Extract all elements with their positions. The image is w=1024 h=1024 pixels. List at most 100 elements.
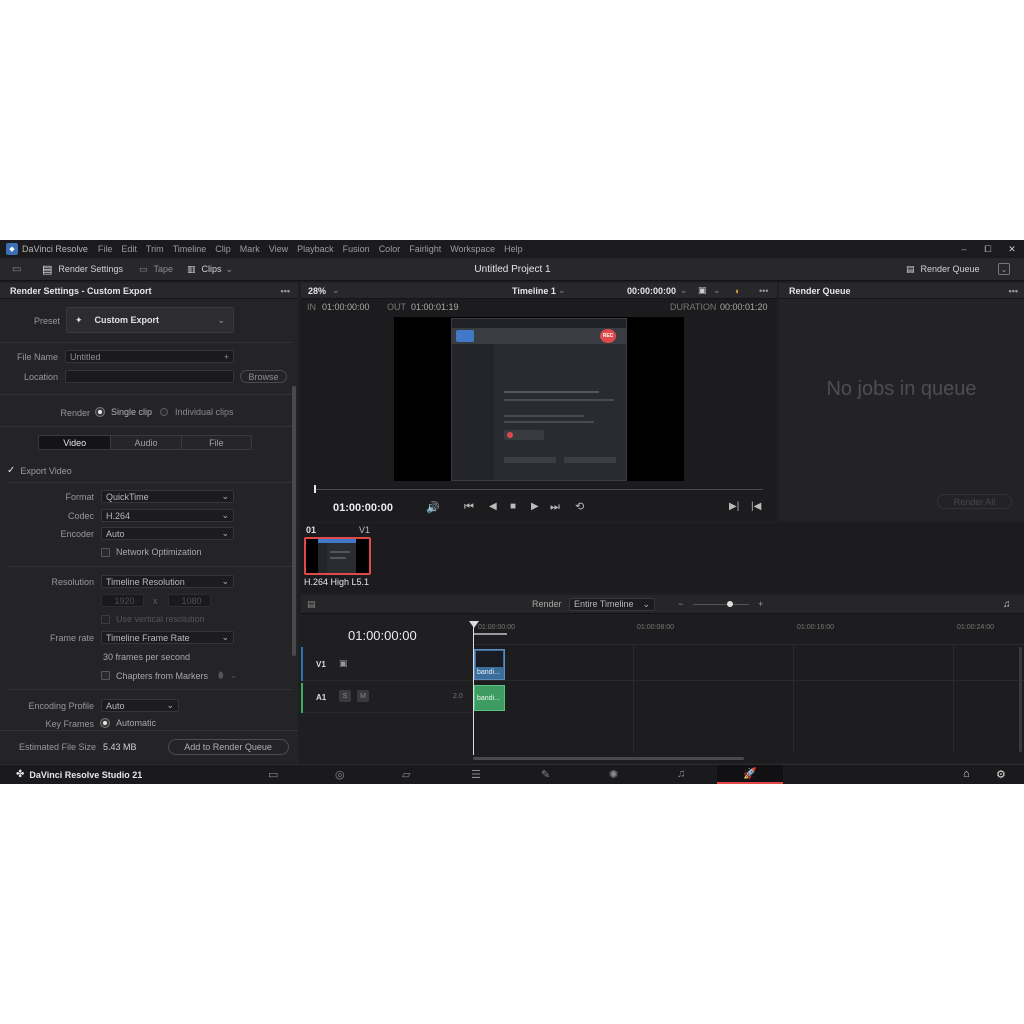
- file-name-input[interactable]: Untitled +: [65, 350, 234, 363]
- fairlight-page-icon[interactable]: ✺: [609, 768, 618, 781]
- monitor-icon[interactable]: ▭: [12, 264, 26, 275]
- close-button[interactable]: ✕: [1000, 244, 1024, 255]
- preset-dropdown[interactable]: ✦ Custom Export ⌄: [66, 307, 234, 333]
- tab-video[interactable]: Video: [39, 436, 111, 449]
- color-page-icon[interactable]: ✎: [541, 768, 550, 781]
- deliver-page-tab[interactable]: 🚀: [717, 765, 783, 784]
- play-reverse-icon[interactable]: ◀: [489, 501, 497, 512]
- viewer-timecode[interactable]: 00:00:00:00: [627, 286, 676, 296]
- timeline-scrollbar[interactable]: [473, 757, 744, 760]
- menu-fusion[interactable]: Fusion: [343, 244, 370, 254]
- zoom-level[interactable]: 28%: [308, 286, 326, 296]
- settings-scrollbar[interactable]: [292, 386, 296, 656]
- audio-clip[interactable]: bandi...: [474, 685, 505, 711]
- previous-edit-icon[interactable]: |◀: [751, 501, 761, 512]
- queue-options-button[interactable]: •••: [1009, 286, 1018, 296]
- media-page-icon[interactable]: ▭: [268, 768, 278, 781]
- music-note-icon[interactable]: ♫: [1003, 599, 1011, 610]
- menu-edit[interactable]: Edit: [121, 244, 137, 254]
- mute-button[interactable]: M: [357, 690, 369, 702]
- home-icon[interactable]: ⌂: [963, 768, 970, 780]
- timeline-ruler[interactable]: 01:00:00:00 01:00:08:00 01:00:16:00 01:0…: [473, 615, 1024, 645]
- menu-file[interactable]: File: [98, 244, 113, 254]
- menu-color[interactable]: Color: [379, 244, 401, 254]
- menu-trim[interactable]: Trim: [146, 244, 164, 254]
- frame-rate-dropdown[interactable]: Timeline Frame Rate ⌄: [101, 631, 234, 644]
- music-page-icon[interactable]: ♫: [677, 768, 685, 780]
- stop-icon[interactable]: ■: [510, 501, 516, 512]
- menu-fairlight[interactable]: Fairlight: [409, 244, 441, 254]
- minimize-button[interactable]: –: [952, 244, 976, 254]
- chevron-down-icon[interactable]: ⌄: [713, 285, 721, 296]
- go-to-end-icon[interactable]: ⏭: [550, 501, 560, 514]
- chevron-down-icon[interactable]: ⌄: [680, 285, 688, 296]
- timeline-timecode[interactable]: 01:00:00:00: [348, 628, 417, 643]
- viewer-layout-icon[interactable]: ▣: [698, 285, 707, 296]
- edit-page-icon[interactable]: ▱: [402, 768, 410, 781]
- single-clip-radio[interactable]: Single clip: [96, 407, 152, 417]
- add-to-render-queue-button[interactable]: Add to Render Queue: [167, 739, 289, 755]
- encoding-profile-dropdown[interactable]: Auto ⌄: [101, 699, 179, 712]
- plus-icon[interactable]: +: [224, 352, 229, 362]
- zoom-slider-knob[interactable]: [727, 601, 733, 607]
- playhead-handle[interactable]: [469, 621, 479, 628]
- volume-icon[interactable]: 🔊: [426, 501, 440, 514]
- timeline-playhead[interactable]: [473, 625, 474, 755]
- encoder-dropdown[interactable]: Auto ⌄: [101, 527, 234, 540]
- menu-mark[interactable]: Mark: [240, 244, 260, 254]
- menu-clip[interactable]: Clip: [215, 244, 231, 254]
- playhead-marker[interactable]: [314, 485, 316, 493]
- menu-help[interactable]: Help: [504, 244, 523, 254]
- menu-view[interactable]: View: [269, 244, 288, 254]
- next-edit-icon[interactable]: ▶|: [729, 501, 739, 512]
- browse-button[interactable]: Browse: [240, 370, 287, 383]
- menu-timeline[interactable]: Timeline: [173, 244, 207, 254]
- render-settings-button[interactable]: ▤ Render Settings: [42, 263, 123, 276]
- format-dropdown[interactable]: QuickTime ⌄: [101, 490, 234, 503]
- settings-gear-icon[interactable]: ⚙: [996, 768, 1006, 781]
- resolution-dropdown[interactable]: Timeline Resolution ⌄: [101, 575, 234, 588]
- timeline-vscrollbar[interactable]: [1019, 647, 1022, 752]
- chapters-from-markers-checkbox[interactable]: Chapters from Markers ⬮ ⌄: [101, 670, 237, 681]
- export-video-checkbox[interactable]: ✓ Export Video: [7, 465, 72, 476]
- menu-workspace[interactable]: Workspace: [450, 244, 495, 254]
- timeline-view-icon[interactable]: ▤: [307, 599, 316, 610]
- current-timecode[interactable]: 01:00:00:00: [333, 502, 393, 514]
- menu-playback[interactable]: Playback: [297, 244, 334, 254]
- render-scope-dropdown[interactable]: Entire Timeline ⌄: [569, 597, 655, 611]
- network-optimization-checkbox[interactable]: Network Optimization: [101, 547, 202, 557]
- video-frame[interactable]: REC: [394, 317, 684, 481]
- individual-clips-radio[interactable]: Individual clips: [160, 407, 234, 417]
- render-queue-toggle[interactable]: ▤ Render Queue: [906, 264, 980, 275]
- viewer-scrubber[interactable]: [315, 489, 763, 490]
- go-to-start-icon[interactable]: ⏮: [464, 501, 474, 514]
- timeline-name[interactable]: Timeline 1: [512, 286, 556, 296]
- tab-file[interactable]: File: [180, 436, 251, 449]
- video-track-header: V1 ▣: [303, 647, 473, 681]
- codec-dropdown[interactable]: H.264 ⌄: [101, 509, 234, 522]
- cut-page-icon[interactable]: ◎: [335, 768, 345, 781]
- location-input[interactable]: [65, 370, 234, 383]
- chevron-down-icon[interactable]: ⌄: [558, 285, 566, 296]
- key-frames-auto-radio[interactable]: Automatic: [101, 718, 156, 728]
- track-destination-icon[interactable]: ▣: [339, 658, 348, 669]
- viewer-options-button[interactable]: •••: [759, 286, 768, 296]
- color-picker-icon[interactable]: ◐: [735, 286, 740, 296]
- fusion-page-icon[interactable]: ☰: [471, 768, 481, 781]
- maximize-button[interactable]: ⧠: [976, 244, 1000, 255]
- video-clip[interactable]: bandi...: [474, 649, 505, 680]
- tab-audio[interactable]: Audio: [110, 436, 181, 449]
- loop-icon[interactable]: ⟲: [575, 500, 584, 513]
- zoom-slider[interactable]: [693, 604, 749, 605]
- clip-thumbnail[interactable]: [304, 537, 371, 575]
- tape-button[interactable]: ▭ Tape: [139, 264, 173, 275]
- top-toolbar: ▭ ▤ Render Settings ▭ Tape ▥ Clips ⌄ Unt…: [0, 258, 1024, 281]
- expand-icon[interactable]: ⌄: [998, 263, 1010, 275]
- panel-options-button[interactable]: •••: [281, 286, 290, 296]
- chevron-down-icon[interactable]: ⌄: [332, 285, 340, 296]
- play-icon[interactable]: ▶: [531, 501, 539, 512]
- clips-button[interactable]: ▥ Clips ⌄: [187, 264, 233, 275]
- solo-button[interactable]: S: [339, 690, 351, 702]
- zoom-in-icon[interactable]: +: [758, 599, 763, 609]
- zoom-out-icon[interactable]: −: [678, 599, 683, 609]
